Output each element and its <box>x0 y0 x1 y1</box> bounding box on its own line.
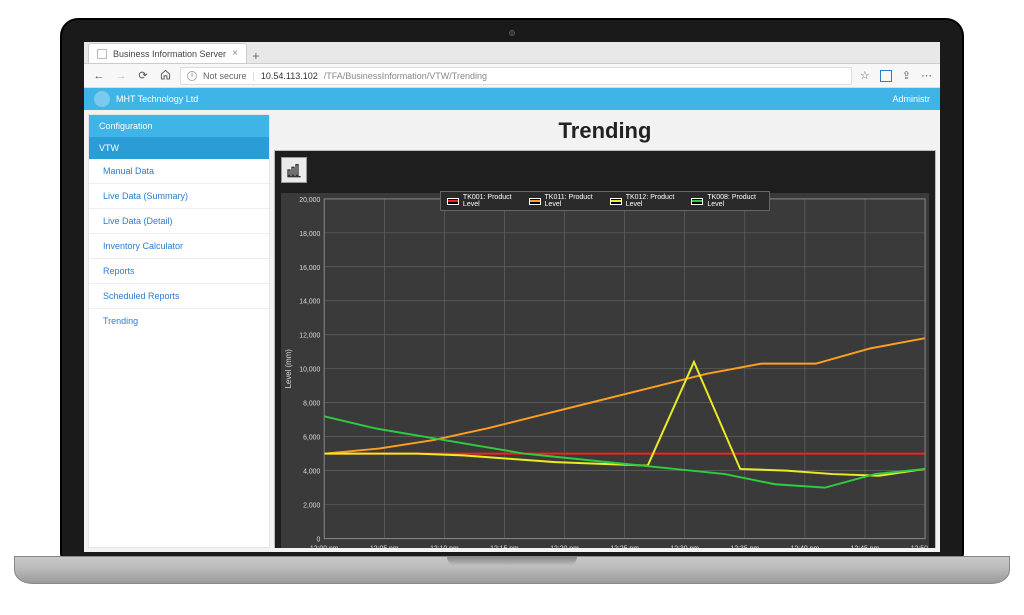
svg-text:12:10 pm: 12:10 pm <box>430 545 459 548</box>
legend-label: TK012: Product Level <box>626 194 682 208</box>
svg-text:12:50 pm: 12:50 pm <box>911 545 929 548</box>
svg-text:Level (mm): Level (mm) <box>284 349 293 389</box>
sidebar: Configuration VTW Manual Data Live Data … <box>88 114 270 548</box>
svg-text:12:20 pm: 12:20 pm <box>550 545 579 548</box>
svg-text:12:05 pm: 12:05 pm <box>370 545 399 548</box>
sidebar-item-manual-data[interactable]: Manual Data <box>89 159 269 184</box>
chart-area[interactable]: 0 2,000 4,000 6,000 8,000 10,000 12,000 14,000 1… <box>281 193 929 548</box>
tab-title: Business Information Server <box>113 49 226 59</box>
sidebar-item-reports[interactable]: Reports <box>89 259 269 284</box>
svg-text:10,000: 10,000 <box>299 367 320 374</box>
page-title: Trending <box>274 114 936 150</box>
tab-close-icon[interactable]: × <box>232 48 238 59</box>
sidebar-item-trending[interactable]: Trending <box>89 309 269 333</box>
app-body: Configuration VTW Manual Data Live Data … <box>84 110 940 552</box>
main: Trending TK001: Product Level <box>274 114 936 548</box>
reading-list-icon[interactable] <box>880 70 892 82</box>
legend-swatch-icon <box>691 198 703 205</box>
sidebar-item-live-detail[interactable]: Live Data (Detail) <box>89 209 269 234</box>
sidebar-item-inventory-calculator[interactable]: Inventory Calculator <box>89 234 269 259</box>
brand-logo-icon <box>94 91 110 107</box>
sidebar-item-live-summary[interactable]: Live Data (Summary) <box>89 184 269 209</box>
svg-text:20,000: 20,000 <box>299 197 320 204</box>
svg-text:14,000: 14,000 <box>299 299 320 306</box>
favorite-icon[interactable]: ☆ <box>860 69 870 82</box>
site-info-icon[interactable]: i <box>187 71 197 81</box>
legend-item-tk011[interactable]: TK011: Product Level <box>529 194 600 208</box>
svg-text:16,000: 16,000 <box>299 265 320 272</box>
app-header: MHT Technology Ltd Administr <box>84 88 940 110</box>
share-icon[interactable]: ⇪ <box>902 69 911 82</box>
legend-label: TK011: Product Level <box>545 194 600 208</box>
svg-text:12:25 pm: 12:25 pm <box>610 545 639 548</box>
svg-text:12:40 pm: 12:40 pm <box>791 545 820 548</box>
url-path: /TFA/BusinessInformation/VTW/Trending <box>324 71 487 81</box>
laptop-frame: Business Information Server × + ← → ⟳ i … <box>60 18 964 558</box>
legend-label: TK001: Product Level <box>463 194 519 208</box>
browser-addressbar: ← → ⟳ i Not secure | 10.54.113.102/TFA/B… <box>84 64 940 88</box>
chart-legend: TK001: Product Level TK011: Product Leve… <box>440 191 770 211</box>
sidebar-heading-vtw[interactable]: VTW <box>89 137 269 159</box>
svg-text:18,000: 18,000 <box>299 231 320 238</box>
sidebar-heading-configuration[interactable]: Configuration <box>89 115 269 137</box>
legend-swatch-icon <box>610 198 622 205</box>
nav-reload-button[interactable]: ⟳ <box>136 69 150 82</box>
svg-text:12,000: 12,000 <box>299 333 320 340</box>
laptop-base <box>14 556 1010 584</box>
legend-swatch-icon <box>529 198 541 205</box>
url-field[interactable]: i Not secure | 10.54.113.102/TFA/Busines… <box>180 67 852 85</box>
svg-text:12:45 pm: 12:45 pm <box>851 545 880 548</box>
legend-swatch-icon <box>447 198 459 205</box>
new-tab-button[interactable]: + <box>247 49 265 63</box>
favicon-icon <box>97 49 107 59</box>
nav-back-button[interactable]: ← <box>92 70 106 82</box>
chart-frame: TK001: Product Level TK011: Product Leve… <box>274 150 936 548</box>
url-host: 10.54.113.102 <box>261 71 318 81</box>
toolbar-right: ☆ ⇪ ⋯ <box>860 69 932 82</box>
svg-text:12:30 pm: 12:30 pm <box>670 545 699 548</box>
svg-text:8,000: 8,000 <box>303 401 320 408</box>
svg-text:12:35 pm: 12:35 pm <box>731 545 760 548</box>
user-menu[interactable]: Administr <box>892 94 930 104</box>
svg-text:12:15 pm: 12:15 pm <box>490 545 519 548</box>
svg-text:6,000: 6,000 <box>303 435 320 442</box>
nav-home-button[interactable] <box>158 69 172 83</box>
nav-forward-button[interactable]: → <box>114 70 128 82</box>
menu-icon[interactable]: ⋯ <box>921 69 932 82</box>
not-secure-label: Not secure <box>203 71 247 81</box>
browser-tabbar: Business Information Server × + <box>84 42 940 64</box>
sidebar-item-scheduled-reports[interactable]: Scheduled Reports <box>89 284 269 309</box>
browser-tab[interactable]: Business Information Server × <box>88 43 247 63</box>
chart-svg: 0 2,000 4,000 6,000 8,000 10,000 12,000 14,000 1… <box>281 193 929 548</box>
brand[interactable]: MHT Technology Ltd <box>94 91 198 107</box>
svg-text:4,000: 4,000 <box>303 469 320 476</box>
screen: Business Information Server × + ← → ⟳ i … <box>84 42 940 552</box>
legend-item-tk012[interactable]: TK012: Product Level <box>610 194 682 208</box>
chart-settings-button[interactable] <box>281 157 307 183</box>
svg-text:0: 0 <box>316 537 320 544</box>
laptop-camera <box>509 30 515 36</box>
legend-item-tk001[interactable]: TK001: Product Level <box>447 194 519 208</box>
brand-name: MHT Technology Ltd <box>116 94 198 104</box>
legend-label: TK008: Product Level <box>707 194 763 208</box>
svg-text:12:00 pm: 12:00 pm <box>310 545 339 548</box>
laptop-notch <box>447 557 577 565</box>
legend-item-tk008[interactable]: TK008: Product Level <box>691 194 763 208</box>
svg-text:2,000: 2,000 <box>303 503 320 510</box>
